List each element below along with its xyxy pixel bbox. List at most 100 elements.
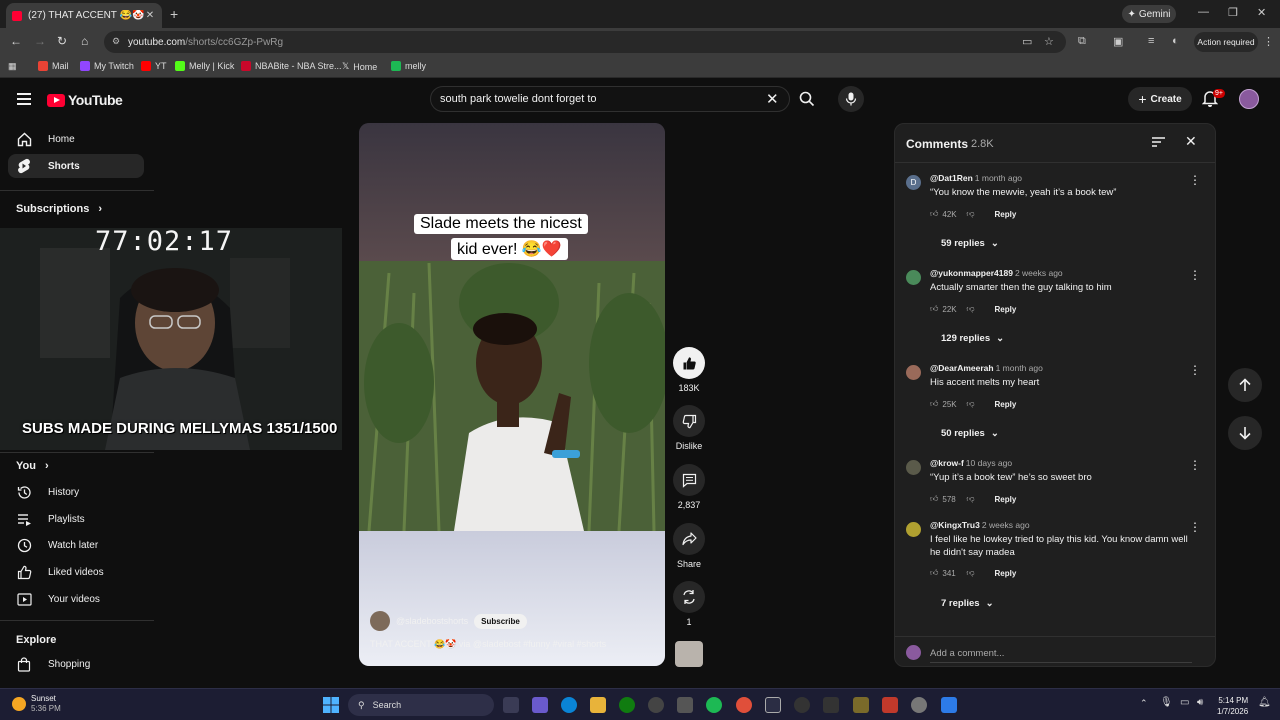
- thumbs-down-icon[interactable]: 👎︎: [966, 399, 974, 409]
- bookmark-melly[interactable]: melly: [391, 61, 426, 71]
- comment-avatar[interactable]: [906, 270, 921, 285]
- replies-toggle[interactable]: 7 replies ⌄: [941, 598, 994, 609]
- search-button[interactable]: [790, 86, 823, 112]
- you-heading[interactable]: You ›: [16, 460, 49, 472]
- reply-button[interactable]: Reply: [995, 569, 1017, 578]
- subscribe-button[interactable]: Subscribe: [474, 613, 527, 629]
- thumbs-up-icon[interactable]: 👍︎: [930, 494, 938, 504]
- profile-icon[interactable]: ◐: [1172, 35, 1179, 47]
- new-tab-button[interactable]: +: [170, 6, 178, 22]
- comment-avatar[interactable]: D: [906, 175, 921, 190]
- tab-close-icon[interactable]: ✕: [144, 10, 156, 21]
- dislike-button[interactable]: Dislike: [672, 405, 706, 451]
- windows-start-icon[interactable]: [323, 697, 339, 718]
- reply-button[interactable]: Reply: [995, 495, 1017, 504]
- reload-icon[interactable]: ↻: [57, 34, 67, 48]
- remix-button[interactable]: 1: [672, 581, 706, 627]
- restore-icon[interactable]: ❐: [1228, 6, 1238, 19]
- bookmark-my-twitch[interactable]: My Twitch: [80, 61, 134, 71]
- store-icon[interactable]: [677, 697, 693, 713]
- minimize-icon[interactable]: —: [1198, 6, 1209, 18]
- thumbs-up-icon[interactable]: 👍︎: [930, 568, 938, 578]
- media-player-icon[interactable]: [794, 697, 810, 713]
- browser-tab[interactable]: (27) THAT ACCENT 😂🤡 via ✕: [6, 3, 162, 28]
- share-button[interactable]: Share: [672, 523, 706, 569]
- cast-icon[interactable]: ▭: [1022, 35, 1032, 48]
- app-icon[interactable]: [882, 697, 898, 713]
- more-options-icon[interactable]: ⋮: [1189, 268, 1201, 282]
- thumbs-up-icon[interactable]: 👍︎: [930, 399, 938, 409]
- terminal-icon[interactable]: [765, 697, 781, 713]
- like-button[interactable]: 183K: [672, 347, 706, 393]
- sidebar-item-your-videos[interactable]: Your videos: [8, 587, 144, 611]
- thumbs-down-icon[interactable]: 👎︎: [966, 494, 974, 504]
- comment-author[interactable]: @DearAmeerah: [930, 363, 994, 373]
- settings-gear-icon[interactable]: [911, 697, 927, 713]
- thumbs-down-icon[interactable]: 👎︎: [966, 304, 974, 314]
- comment-avatar[interactable]: [906, 522, 921, 537]
- comment-author[interactable]: @krow-f: [930, 458, 964, 468]
- comment-author[interactable]: @Dat1Ren: [930, 173, 973, 183]
- more-options-icon[interactable]: ⋮: [1189, 458, 1201, 472]
- volume-icon[interactable]: 🔊︎: [1197, 697, 1203, 708]
- taskbar-search[interactable]: ⚲ Search: [348, 694, 494, 716]
- apps-grid-icon[interactable]: ▦: [8, 61, 17, 72]
- media-icon[interactable]: ≡: [1148, 35, 1154, 47]
- app-icon[interactable]: [941, 697, 957, 713]
- add-comment-input[interactable]: Add a comment...: [930, 648, 1192, 663]
- account-avatar[interactable]: [1239, 89, 1259, 109]
- subscriptions-heading[interactable]: Subscriptions ›: [16, 203, 102, 215]
- bookmark-melly-kick[interactable]: Melly | Kick: [175, 61, 234, 71]
- app-icon[interactable]: [823, 697, 839, 713]
- bookmark-home[interactable]: 𝕏 Home: [342, 61, 377, 72]
- reply-button[interactable]: Reply: [995, 210, 1017, 219]
- gemini-button[interactable]: ✦ Gemini: [1122, 5, 1176, 23]
- extensions-icon[interactable]: ⧉: [1078, 35, 1086, 48]
- replies-toggle[interactable]: 129 replies ⌄: [941, 333, 1004, 344]
- short-title[interactable]: THAT ACCENT 😂🤡 via @sladebost #funny #vi…: [370, 639, 606, 650]
- voice-search-button[interactable]: [838, 86, 864, 112]
- edge-icon[interactable]: [561, 697, 577, 713]
- obs-icon[interactable]: [648, 697, 664, 713]
- menu-hamburger-icon[interactable]: [17, 93, 31, 105]
- bookmark-star-icon[interactable]: ☆: [1044, 35, 1054, 48]
- back-icon[interactable]: ←: [10, 34, 22, 48]
- comments-button[interactable]: 2,837: [672, 464, 706, 510]
- close-comments-icon[interactable]: ✕: [1185, 133, 1197, 150]
- notification-icon[interactable]: 🔔︎: [1258, 697, 1271, 708]
- comment-author[interactable]: @yukonmapper4189: [930, 268, 1013, 278]
- xbox-icon[interactable]: [619, 697, 635, 713]
- home-browser-icon[interactable]: ⌂: [81, 34, 88, 48]
- sidebar-item-home[interactable]: Home: [8, 127, 144, 151]
- sidebar-item-shopping[interactable]: Shopping: [8, 652, 144, 676]
- reply-button[interactable]: Reply: [995, 305, 1017, 314]
- app-icon[interactable]: [853, 697, 869, 713]
- more-options-icon[interactable]: ⋮: [1189, 173, 1201, 187]
- microphone-icon[interactable]: 🎙︎: [1160, 697, 1173, 708]
- copilot-icon[interactable]: [532, 697, 548, 713]
- window-close-icon[interactable]: ✕: [1257, 6, 1266, 19]
- channel-avatar[interactable]: [370, 611, 390, 631]
- sidepanel-icon[interactable]: ▣: [1113, 35, 1123, 48]
- replies-toggle[interactable]: 50 replies ⌄: [941, 428, 999, 439]
- more-options-icon[interactable]: ⋮: [1189, 363, 1201, 377]
- bookmark-mail[interactable]: Mail: [38, 61, 69, 71]
- thumbs-up-icon[interactable]: 👍︎: [930, 209, 938, 219]
- forward-icon[interactable]: →: [34, 34, 46, 48]
- sidebar-item-history[interactable]: History: [8, 480, 144, 504]
- next-short-button[interactable]: [1228, 416, 1262, 450]
- reply-button[interactable]: Reply: [995, 400, 1017, 409]
- sidebar-item-watch-later[interactable]: Watch later: [8, 533, 144, 557]
- tray-chevron-up-icon[interactable]: ⌃: [1140, 698, 1148, 709]
- taskbar-clock[interactable]: 5:14 PM 1/7/2026: [1217, 695, 1248, 717]
- sound-thumbnail[interactable]: [675, 641, 703, 667]
- network-icon[interactable]: ▭: [1180, 697, 1189, 708]
- browser-menu-icon[interactable]: ⋮: [1263, 35, 1274, 48]
- address-bar[interactable]: ⚙ youtube.com/shorts/cc6GZp-PwRg: [104, 31, 1066, 53]
- weather-widget[interactable]: Sunset 5:36 PM: [12, 694, 61, 714]
- file-explorer-icon[interactable]: [590, 697, 606, 713]
- search-input[interactable]: south park towelie dont forget to: [430, 86, 790, 112]
- replies-toggle[interactable]: 59 replies ⌄: [941, 238, 999, 249]
- comment-avatar[interactable]: [906, 365, 921, 380]
- thumbs-down-icon[interactable]: 👎︎: [966, 568, 974, 578]
